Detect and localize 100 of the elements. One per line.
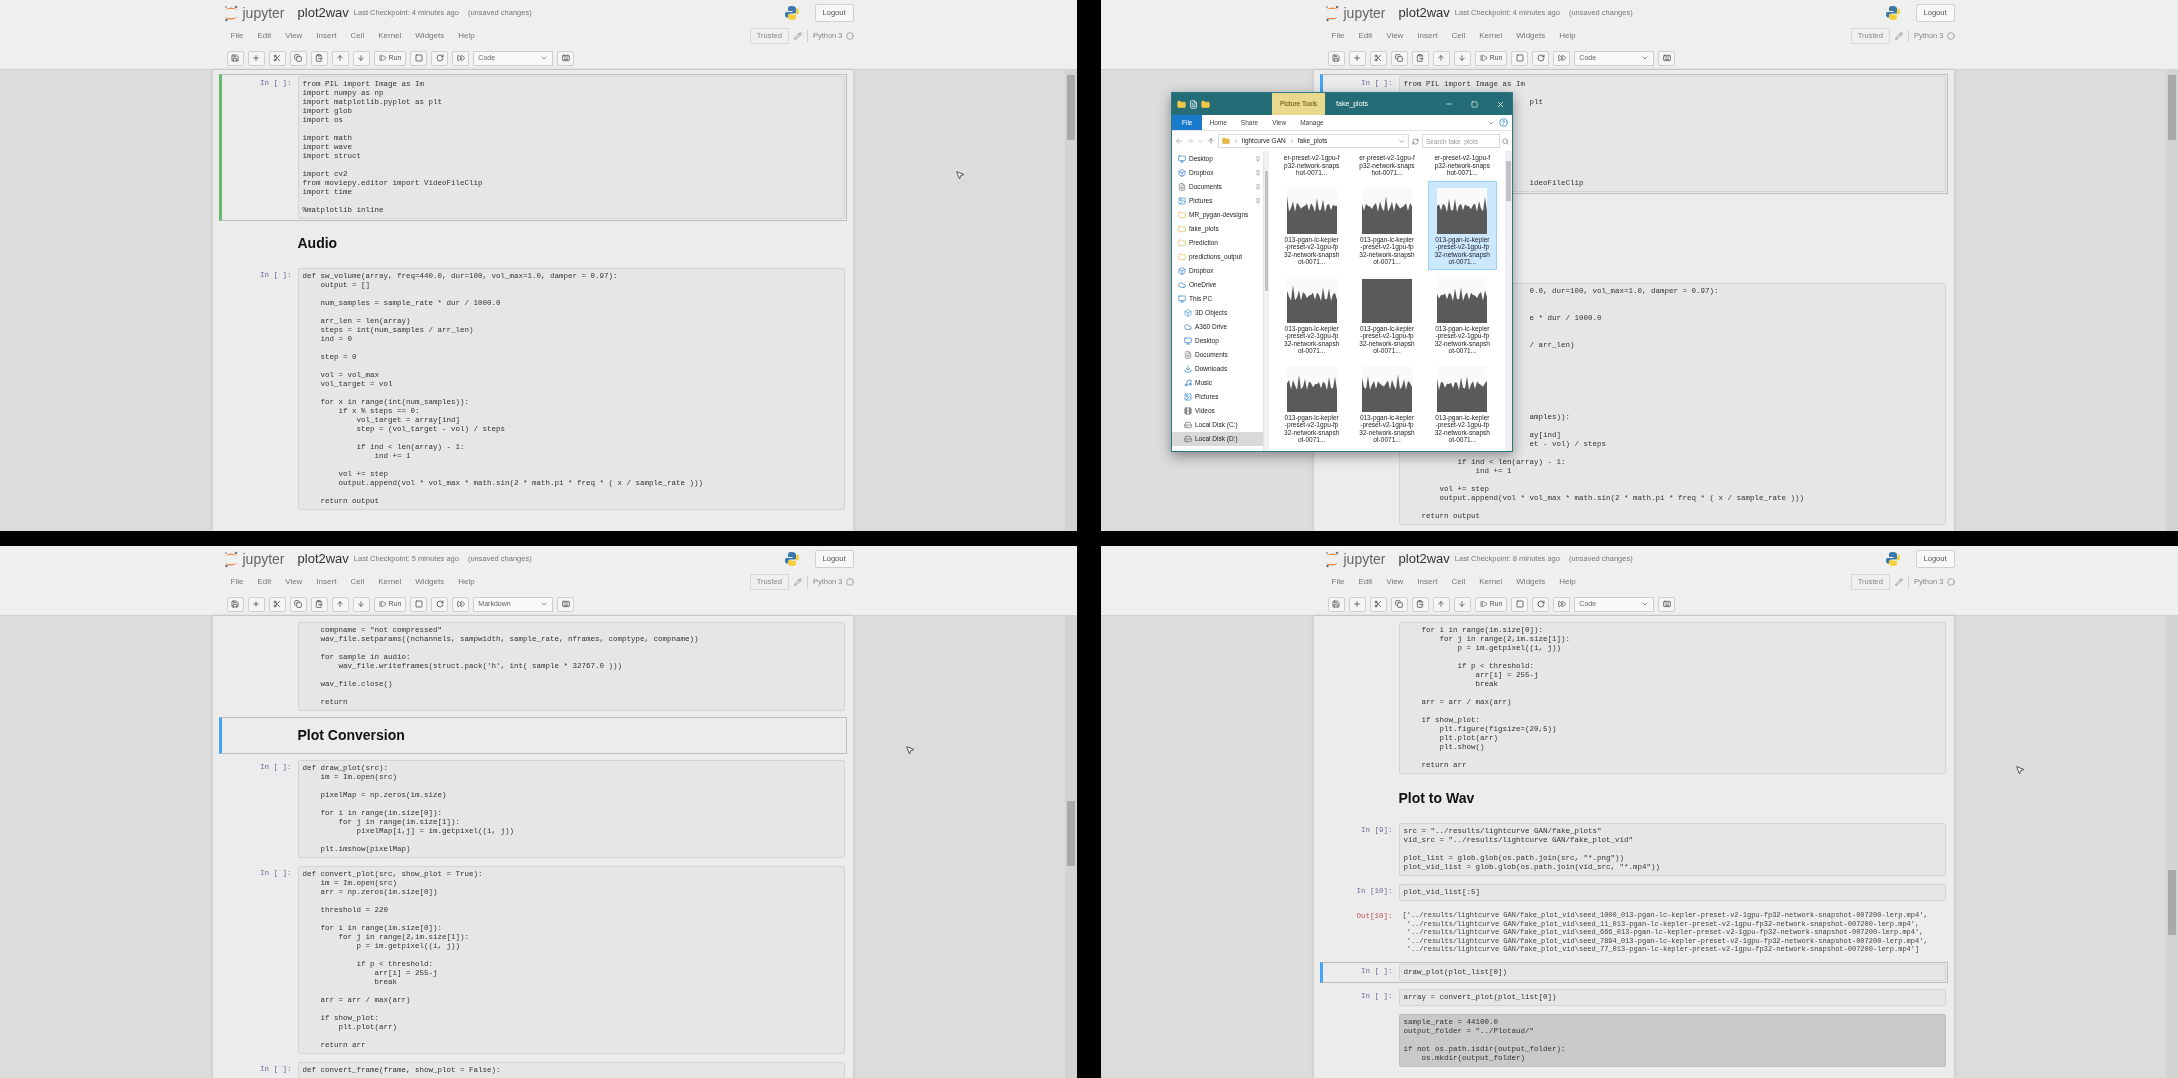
forward-icon[interactable] [1186, 137, 1194, 145]
menu-item[interactable]: Kernel [371, 576, 409, 588]
scrollbar[interactable] [1065, 616, 1077, 1078]
copy-button[interactable] [1390, 596, 1408, 612]
caret-icon[interactable] [1197, 137, 1204, 145]
menu-item[interactable]: Edit [250, 576, 279, 588]
save-button[interactable] [226, 50, 244, 66]
menu-item[interactable]: Insert [1410, 576, 1445, 588]
back-icon[interactable] [1175, 137, 1183, 145]
menu-item[interactable]: Widgets [1509, 30, 1553, 42]
menu-item[interactable]: Edit [1351, 576, 1380, 588]
menu-item[interactable]: Edit [250, 30, 279, 42]
stop-button[interactable] [1511, 50, 1529, 66]
refresh-icon[interactable] [1412, 137, 1419, 145]
menu-item[interactable]: Cell [343, 30, 372, 42]
menu-item[interactable]: Kernel [1472, 30, 1510, 42]
save-button[interactable] [1327, 50, 1345, 66]
arrow-up-button[interactable] [331, 50, 349, 66]
pencil-icon[interactable] [1894, 32, 1903, 40]
scrollbar[interactable] [2166, 70, 2178, 531]
menu-item[interactable]: Edit [1351, 30, 1380, 42]
scrollbar[interactable] [1065, 70, 1077, 531]
folder-icon[interactable] [1201, 99, 1210, 109]
stop-button[interactable] [410, 50, 428, 66]
menu-item[interactable]: Help [451, 30, 482, 42]
notebook-cell[interactable] [218, 74, 847, 221]
paste-button[interactable] [1411, 596, 1429, 612]
menu-item[interactable]: Help [451, 576, 482, 588]
plus-button[interactable] [247, 50, 265, 66]
arrow-down-button[interactable] [352, 596, 370, 612]
plus-button[interactable] [1348, 50, 1366, 66]
menu-item[interactable]: Kernel [371, 30, 409, 42]
plus-button[interactable] [1348, 596, 1366, 612]
menu-item[interactable]: File [1324, 576, 1352, 588]
stop-button[interactable] [1511, 596, 1529, 612]
restart-button[interactable] [1532, 50, 1550, 66]
stop-button[interactable] [410, 596, 428, 612]
menu-item[interactable]: Insert [309, 576, 344, 588]
scissors-button[interactable] [1369, 50, 1387, 66]
menu-item[interactable]: Kernel [1472, 576, 1510, 588]
paste-button[interactable] [310, 50, 328, 66]
arrow-up-button[interactable] [1432, 596, 1450, 612]
restart-button[interactable] [1532, 596, 1550, 612]
scissors-button[interactable] [268, 50, 286, 66]
arrow-up-button[interactable] [331, 596, 349, 612]
restart-button[interactable] [431, 50, 449, 66]
fast-forward-button[interactable] [452, 596, 470, 612]
pencil-icon[interactable] [1894, 578, 1903, 586]
paste-button[interactable] [310, 596, 328, 612]
arrow-down-button[interactable] [1453, 596, 1471, 612]
document-icon[interactable] [1189, 99, 1198, 109]
menu-item[interactable]: View [1379, 576, 1411, 588]
notebook-title[interactable]: plot2wav [1398, 3, 1450, 23]
menu-item[interactable]: Widgets [408, 30, 452, 42]
arrow-up-button[interactable] [1432, 50, 1450, 66]
nav-scrollbar[interactable] [1264, 151, 1269, 451]
save-button[interactable] [1327, 596, 1345, 612]
fast-forward-button[interactable] [452, 50, 470, 66]
menu-item[interactable]: File [223, 30, 251, 42]
scissors-button[interactable] [268, 596, 286, 612]
copy-button[interactable] [289, 596, 307, 612]
scissors-button[interactable] [1369, 596, 1387, 612]
menu-item[interactable]: Cell [1444, 576, 1473, 588]
menu-item[interactable]: File [223, 576, 251, 588]
scrollbar[interactable] [2166, 616, 2178, 1078]
fast-forward-button[interactable] [1553, 596, 1571, 612]
notebook-cell[interactable]: Plot Conversion [218, 717, 847, 754]
menu-item[interactable]: Help [1552, 576, 1583, 588]
scrollbar[interactable] [1505, 151, 1512, 451]
menu-item[interactable]: View [278, 576, 310, 588]
notebook-title[interactable]: plot2wav [297, 549, 349, 569]
keyboard-button[interactable] [557, 596, 575, 612]
copy-button[interactable] [289, 50, 307, 66]
restart-button[interactable] [431, 596, 449, 612]
help-icon[interactable] [1499, 118, 1508, 127]
menu-item[interactable]: Insert [309, 30, 344, 42]
menu-item[interactable]: Help [1552, 30, 1583, 42]
menu-item[interactable]: Widgets [1509, 576, 1553, 588]
menu-item[interactable]: Widgets [408, 576, 452, 588]
plus-button[interactable] [247, 596, 265, 612]
menu-item[interactable]: File [1324, 30, 1352, 42]
keyboard-button[interactable] [1658, 596, 1676, 612]
menu-item[interactable]: View [1379, 30, 1411, 42]
paste-button[interactable] [1411, 50, 1429, 66]
notebook-title[interactable]: plot2wav [297, 3, 349, 23]
notebook-title[interactable]: plot2wav [1398, 549, 1450, 569]
menu-item[interactable]: Cell [1444, 30, 1473, 42]
pencil-icon[interactable] [793, 32, 802, 40]
menu-item[interactable]: View [278, 30, 310, 42]
keyboard-button[interactable] [557, 50, 575, 66]
arrow-down-button[interactable] [1453, 50, 1471, 66]
up-icon[interactable] [1207, 137, 1215, 145]
folder-icon[interactable] [1177, 99, 1186, 109]
menu-item[interactable]: Cell [343, 576, 372, 588]
pencil-icon[interactable] [793, 578, 802, 586]
menu-item[interactable]: Insert [1410, 30, 1445, 42]
save-button[interactable] [226, 596, 244, 612]
copy-button[interactable] [1390, 50, 1408, 66]
arrow-down-button[interactable] [352, 50, 370, 66]
keyboard-button[interactable] [1658, 50, 1676, 66]
